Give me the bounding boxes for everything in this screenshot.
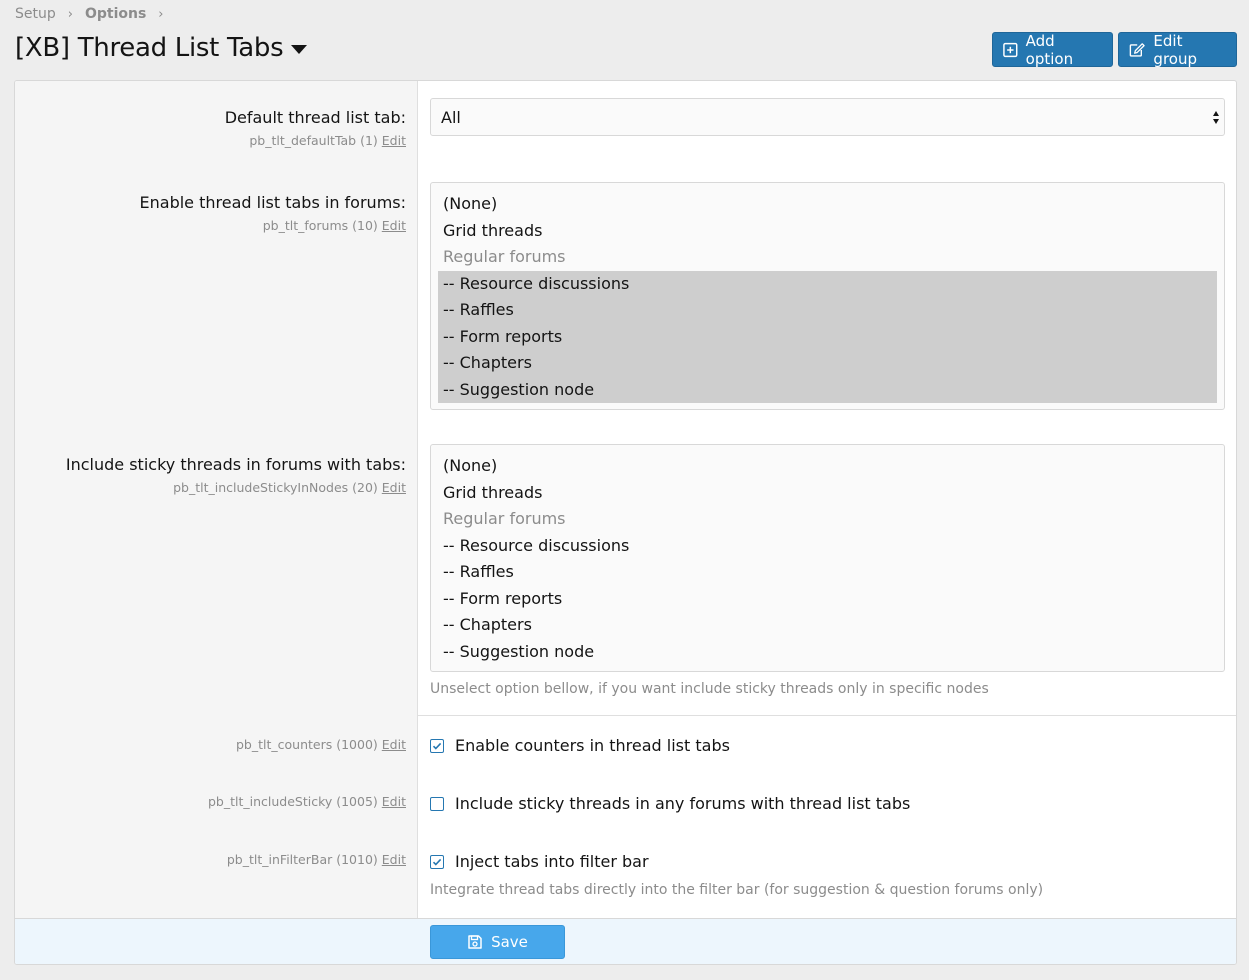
sticky-nodes-hint: Unselect option bellow, if you want incl… — [430, 681, 989, 697]
breadcrumb: Setup › Options › — [15, 6, 176, 22]
forums-multiselect[interactable]: (None) Grid threads Regular forums -- Re… — [430, 182, 1225, 410]
default-tab-label-block: Default thread list tab: pb_tlt_defaultT… — [225, 108, 406, 148]
edit-link[interactable]: Edit — [382, 794, 406, 809]
include-sticky-label: Include sticky threads in any forums wit… — [455, 794, 911, 813]
edit-link[interactable]: Edit — [382, 852, 406, 867]
check-icon — [432, 858, 442, 866]
list-option[interactable]: Grid threads — [438, 218, 1217, 245]
counters-meta: pb_tlt_counters (1000) Edit — [236, 737, 406, 752]
edit-group-label: Edit group — [1153, 31, 1197, 68]
list-option[interactable]: Grid threads — [438, 480, 1217, 507]
forums-label: Enable thread list tabs in forums: — [139, 193, 406, 212]
chevron-right-icon: › — [67, 6, 73, 22]
plus-square-icon — [1003, 42, 1018, 57]
default-tab-value: All — [441, 108, 461, 127]
chevron-right-icon: › — [158, 6, 164, 22]
check-icon — [432, 742, 442, 750]
caret-down-icon[interactable] — [291, 45, 308, 54]
checkbox-checked[interactable] — [430, 854, 444, 869]
divider — [418, 715, 1236, 716]
counters-label: Enable counters in thread list tabs — [455, 736, 730, 755]
breadcrumb-options[interactable]: Options — [85, 6, 146, 22]
list-option[interactable]: -- Form reports — [438, 323, 1217, 350]
list-optgroup: Regular forums — [443, 509, 566, 528]
edit-link[interactable]: Edit — [382, 133, 406, 148]
list-option[interactable]: (None) — [438, 453, 1217, 480]
default-tab-meta: pb_tlt_defaultTab (1) Edit — [249, 133, 406, 148]
page-title[interactable]: [XB] Thread List Tabs — [15, 33, 308, 63]
checkbox-unchecked[interactable] — [430, 796, 444, 811]
default-tab-select[interactable]: All — [430, 98, 1225, 136]
edit-link[interactable]: Edit — [382, 480, 406, 495]
save-button[interactable]: Save — [430, 925, 565, 959]
breadcrumb-setup[interactable]: Setup — [15, 6, 56, 22]
sticky-nodes-label: Include sticky threads in forums with ta… — [65, 455, 406, 474]
sticky-nodes-meta: pb_tlt_includeStickyInNodes (20) Edit — [173, 480, 406, 495]
in-filter-bar-label: Inject tabs into filter bar — [455, 852, 649, 871]
in-filter-bar-meta: pb_tlt_inFilterBar (1010) Edit — [226, 852, 406, 867]
add-option-label: Add option — [1025, 31, 1074, 68]
list-option[interactable]: -- Chapters — [438, 612, 1217, 639]
default-tab-label: Default thread list tab: — [224, 108, 406, 127]
options-form: Default thread list tab: pb_tlt_defaultT… — [14, 80, 1237, 965]
checkbox-checked[interactable] — [430, 738, 444, 753]
in-filter-bar-checkbox-row[interactable]: Inject tabs into filter bar — [430, 852, 649, 871]
list-option[interactable]: -- Resource discussions — [438, 270, 1217, 297]
form-footer: Save — [15, 918, 1236, 964]
list-option[interactable]: -- Suggestion node — [438, 639, 1217, 666]
sticky-nodes-multiselect[interactable]: (None) Grid threads Regular forums -- Re… — [430, 444, 1225, 672]
list-option[interactable]: -- Raffles — [438, 297, 1217, 324]
edit-group-button[interactable]: Edit group — [1118, 31, 1237, 68]
edit-link[interactable]: Edit — [382, 737, 406, 752]
list-option[interactable]: -- Suggestion node — [438, 376, 1217, 403]
forums-meta: pb_tlt_forums (10) Edit — [262, 218, 406, 233]
add-option-button[interactable]: Add option — [992, 31, 1113, 68]
counters-checkbox-row[interactable]: Enable counters in thread list tabs — [430, 736, 730, 755]
sticky-nodes-label-block: Include sticky threads in forums with ta… — [66, 455, 406, 495]
include-sticky-checkbox-row[interactable]: Include sticky threads in any forums wit… — [430, 794, 910, 813]
save-label: Save — [491, 933, 528, 951]
forums-label-block: Enable thread list tabs in forums: pb_tl… — [140, 193, 406, 233]
edit-icon — [1129, 42, 1145, 57]
in-filter-bar-hint: Integrate thread tabs directly into the … — [430, 882, 1044, 898]
list-option[interactable]: -- Form reports — [438, 586, 1217, 613]
edit-link[interactable]: Edit — [382, 218, 406, 233]
include-sticky-meta: pb_tlt_includeSticky (1005) Edit — [207, 794, 406, 809]
list-option[interactable]: -- Raffles — [438, 559, 1217, 586]
list-option[interactable]: -- Chapters — [438, 350, 1217, 377]
list-optgroup: Regular forums — [443, 247, 566, 266]
page-title-text: [XB] Thread List Tabs — [15, 33, 284, 63]
save-icon — [468, 935, 482, 949]
list-option[interactable]: -- Resource discussions — [438, 533, 1217, 560]
list-option[interactable]: (None) — [438, 191, 1217, 218]
